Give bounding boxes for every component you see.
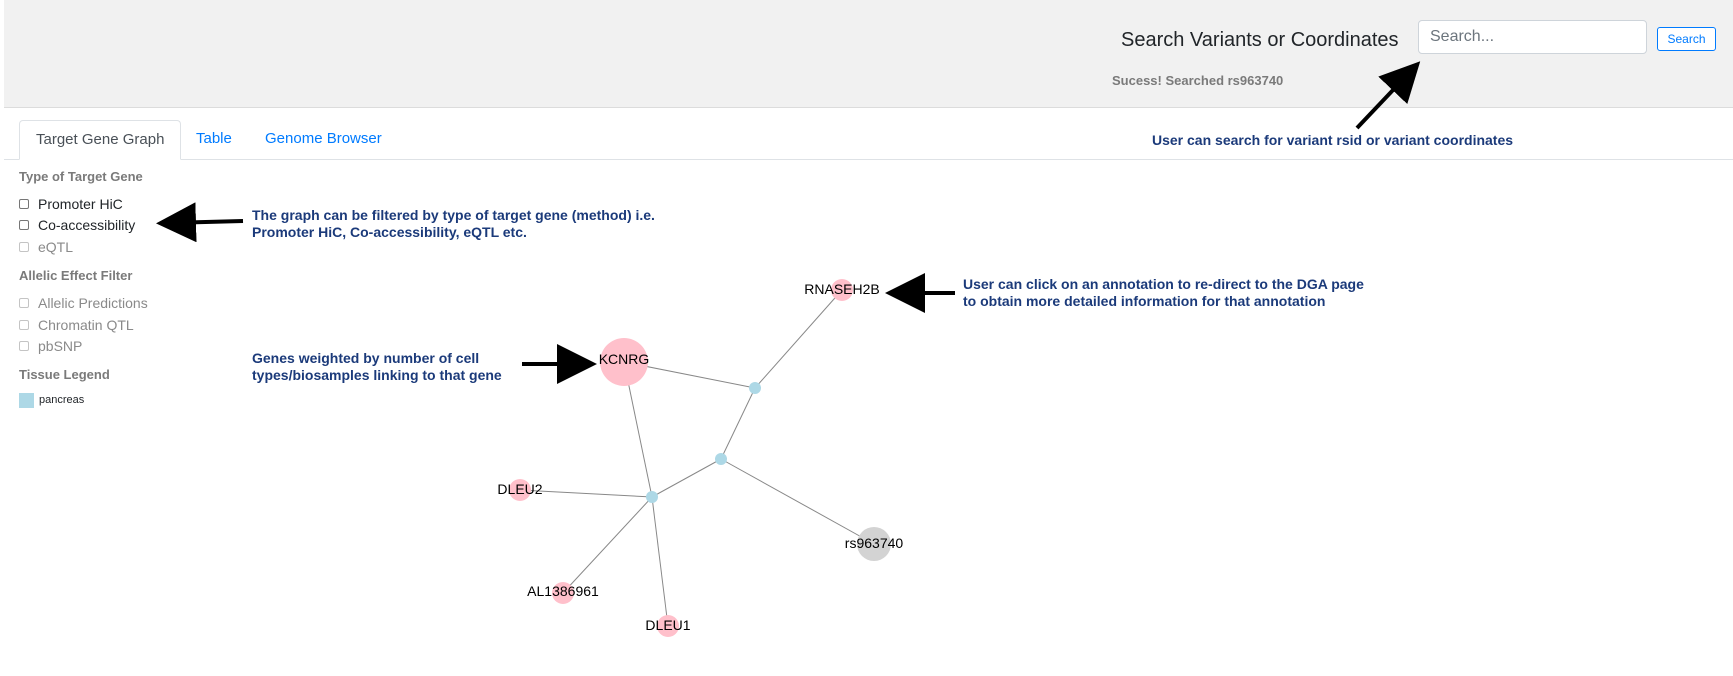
node-label: KCNRG: [599, 351, 650, 367]
node-label: AL1386961: [527, 583, 599, 599]
graph-edge: [720, 458, 875, 545]
node-label: DLEU1: [645, 617, 690, 633]
node-label: DLEU2: [497, 481, 542, 497]
graph-edge: [651, 458, 722, 498]
node-label: RNASEH2B: [804, 281, 879, 297]
graph-canvas: KCNRG RNASEH2B DLEU2 AL1386961 DLEU1 rs963740: [156, 61, 1421, 637]
tissue-node[interactable]: [646, 491, 658, 503]
tissue-node[interactable]: [715, 453, 727, 465]
graph-edge: [754, 289, 843, 389]
graph-edge: [651, 496, 669, 627]
node-label: rs963740: [845, 535, 904, 551]
arrow-to-search: [1355, 61, 1421, 130]
graph-edge: [562, 496, 653, 594]
graph-edge: [720, 387, 756, 460]
arrow-to-filters: [156, 202, 244, 243]
tissue-node[interactable]: [749, 382, 761, 394]
